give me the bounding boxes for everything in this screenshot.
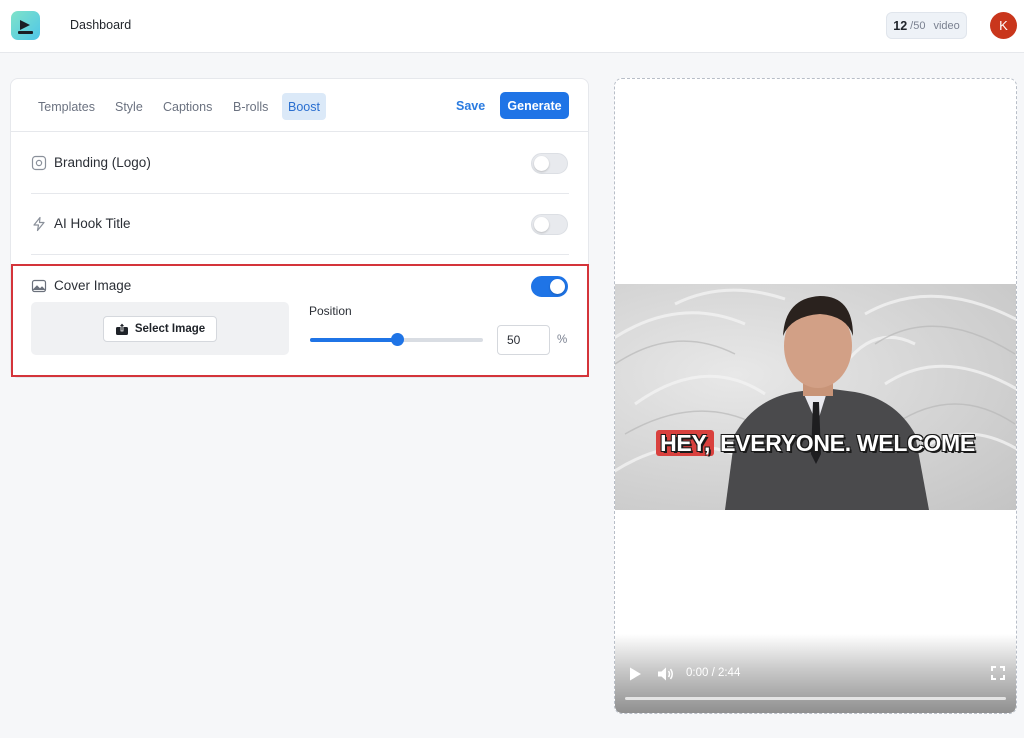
video-time: 0:00 / 2:44 [686, 667, 741, 679]
video-thumbnail [615, 288, 1016, 510]
caption-text: EVERYONE. WELCOME [720, 430, 975, 456]
select-image-label: Select Image [134, 323, 206, 335]
hook-title-label: AI Hook Title [54, 216, 131, 231]
position-slider[interactable] [310, 333, 483, 346]
logo-badge-icon [31, 155, 47, 171]
play-icon[interactable] [627, 666, 643, 682]
app-logo[interactable] [11, 11, 40, 40]
caption-highlight: HEY, [656, 430, 715, 456]
hook-title-toggle[interactable] [531, 214, 568, 235]
credits-badge: 12 /50 video [886, 12, 967, 39]
save-button[interactable]: Save [456, 99, 485, 113]
branding-toggle[interactable] [531, 153, 568, 174]
credits-unit: video [933, 19, 960, 32]
upload-icon [115, 322, 128, 335]
tab-boost[interactable]: Boost [282, 93, 326, 120]
select-image-button[interactable]: Select Image [103, 316, 217, 342]
divider [31, 254, 569, 255]
branding-row: Branding (Logo) [31, 133, 569, 193]
slider-handle[interactable] [391, 333, 404, 346]
video-progress-bar[interactable] [625, 697, 1006, 700]
tab-b-rolls[interactable]: B-rolls [227, 93, 274, 120]
tab-captions[interactable]: Captions [157, 93, 218, 120]
top-bar: Dashboard 12 /50 video K [0, 0, 1024, 53]
credits-used: 12 [893, 18, 908, 33]
credits-total: /50 [910, 19, 926, 32]
hook-title-row: AI Hook Title [31, 194, 569, 254]
fullscreen-icon[interactable] [991, 666, 1005, 680]
tab-style[interactable]: Style [109, 93, 149, 120]
lightning-icon [33, 216, 45, 232]
video-caption: HEY, EVERYONE. WELCOME [615, 430, 1016, 457]
video-frame: HEY, EVERYONE. WELCOME [615, 284, 1016, 510]
volume-icon[interactable] [657, 666, 675, 682]
branding-label: Branding (Logo) [54, 155, 151, 170]
generate-button[interactable]: Generate [500, 92, 569, 119]
tab-bar: Templates Style Captions B-rolls Boost S… [11, 79, 588, 132]
tab-templates[interactable]: Templates [32, 93, 101, 120]
video-preview[interactable]: HEY, EVERYONE. WELCOME 0:00 / 2:44 [614, 78, 1017, 714]
position-input[interactable]: 50 [497, 325, 550, 355]
user-avatar[interactable]: K [990, 12, 1017, 39]
position-label: Position [309, 304, 352, 318]
nav-dashboard-link[interactable]: Dashboard [70, 18, 131, 32]
video-controls: 0:00 / 2:44 [615, 634, 1016, 713]
percent-unit: % [557, 334, 568, 346]
